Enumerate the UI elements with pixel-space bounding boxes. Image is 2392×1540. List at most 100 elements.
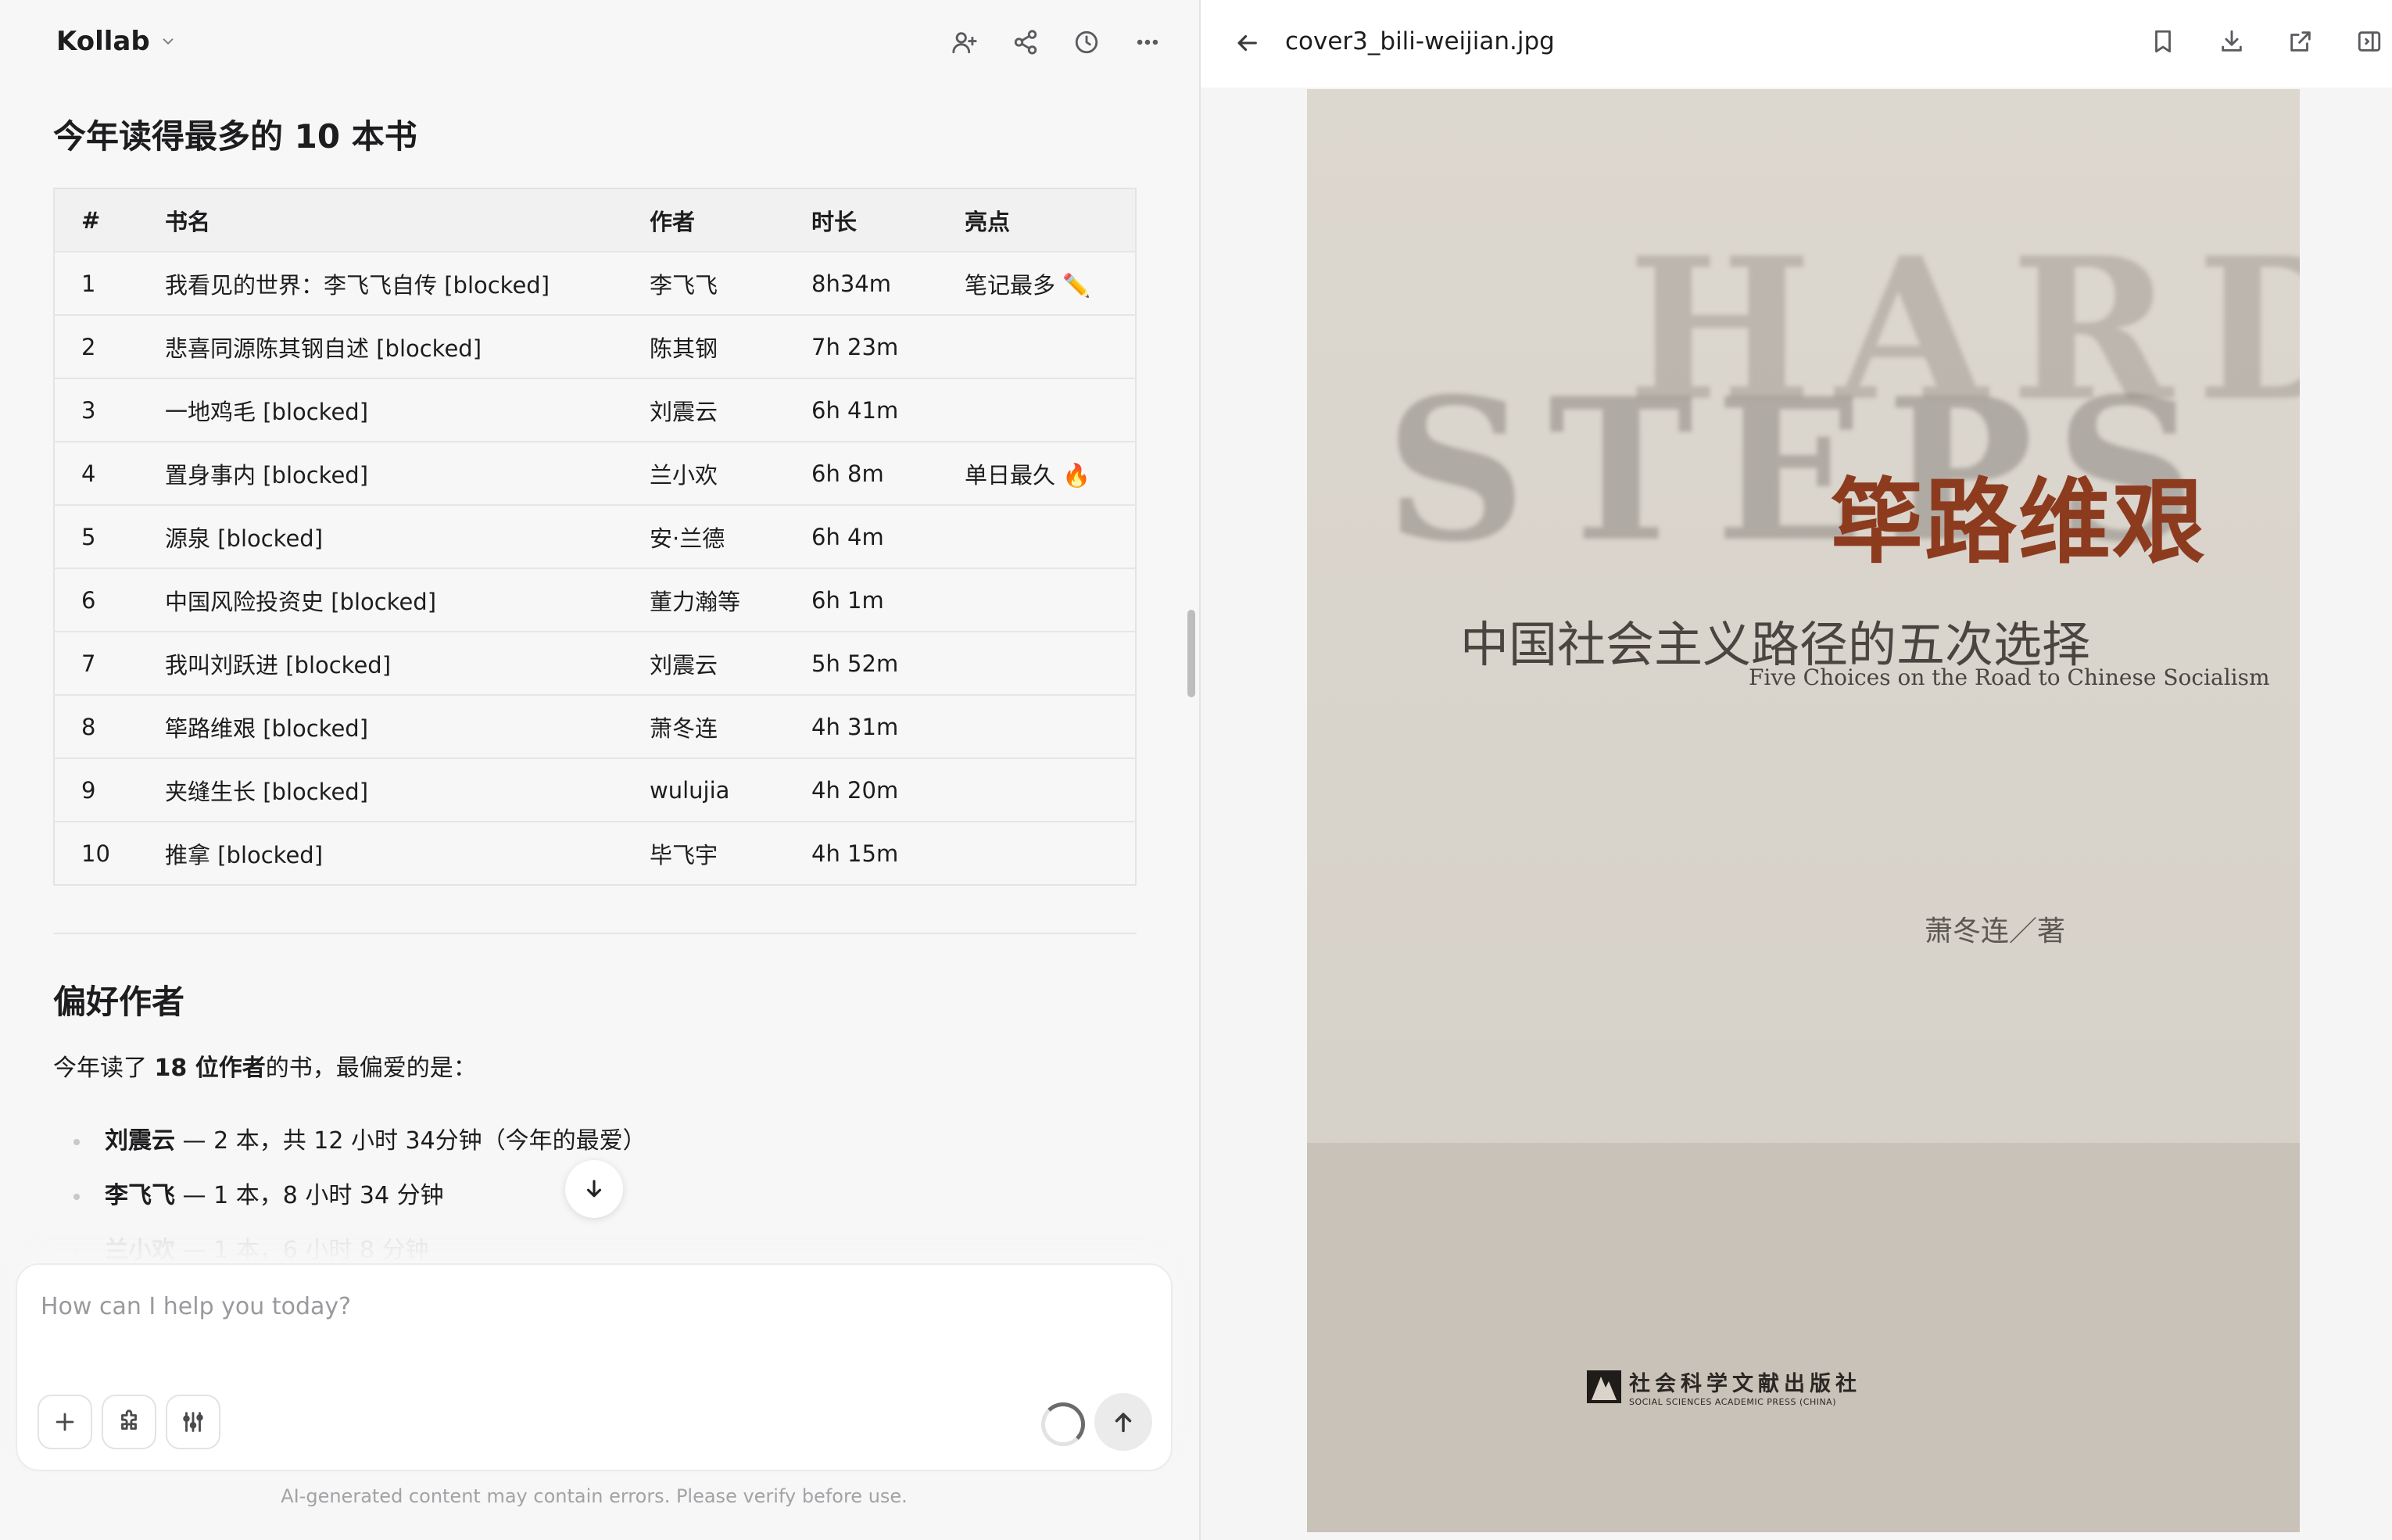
table-row: 10 推拿 [blocked] 毕飞宇 4h 15m bbox=[54, 821, 1136, 885]
highlight-badge bbox=[965, 821, 1136, 885]
table-row: 9 夹缝生长 [blocked] wulujia 4h 20m bbox=[54, 757, 1136, 822]
book-title: 夹缝生长 [blocked] bbox=[165, 757, 650, 822]
scroll-to-bottom-button[interactable] bbox=[565, 1160, 623, 1218]
author-name: 刘震云 bbox=[105, 1127, 175, 1155]
book-author: wulujia bbox=[650, 757, 811, 822]
highlight-badge bbox=[965, 378, 1136, 442]
arrow-left-icon bbox=[1237, 34, 1257, 52]
row-number: 8 bbox=[54, 694, 165, 758]
arrow-down-icon bbox=[586, 1180, 602, 1198]
open-external-button[interactable] bbox=[2278, 19, 2323, 64]
history-button[interactable] bbox=[1065, 20, 1108, 64]
table-row: 1 我看见的世界：李飞飞自传 [blocked] 李飞飞 8h34m 笔记最多 ✏️ bbox=[54, 251, 1136, 315]
authors-intro: 今年读了 18 位作者的书，最偏爱的是： bbox=[53, 1051, 1137, 1086]
section-divider bbox=[53, 933, 1137, 934]
image-viewer: HARD STEPS 筚路维艰 中国社会主义路径的五次选择 Five Choic… bbox=[1201, 88, 2392, 1540]
book-title: 置身事内 [blocked] bbox=[165, 441, 650, 505]
book-title: 源泉 [blocked] bbox=[165, 504, 650, 568]
file-name: cover3_bili-weijian.jpg bbox=[1285, 27, 1555, 56]
bookmark-button[interactable] bbox=[2140, 19, 2186, 64]
row-number: 10 bbox=[54, 821, 165, 885]
column-header: 书名 bbox=[165, 188, 650, 252]
message-input[interactable]: How can I help you today? bbox=[41, 1293, 351, 1320]
book-author: 李飞飞 bbox=[650, 251, 811, 315]
tools-settings-button[interactable] bbox=[166, 1395, 220, 1449]
section-title-top-books: 今年读得最多的 10 本书 bbox=[53, 117, 417, 156]
table-row: 3 一地鸡毛 [blocked] 刘震云 6h 41m bbox=[54, 378, 1136, 442]
book-title: 推拿 [blocked] bbox=[165, 821, 650, 885]
row-number: 3 bbox=[54, 378, 165, 442]
highlight-badge bbox=[965, 568, 1136, 632]
book-title: 悲喜同源陈其钢自述 [blocked] bbox=[165, 314, 650, 378]
sidebar-panel-icon bbox=[2358, 31, 2381, 52]
highlight-badge: 笔记最多 ✏️ bbox=[965, 251, 1136, 315]
file-viewer-pane: cover3_bili-weijian.jpg HARD STEPS 筚路维艰 … bbox=[1201, 0, 2392, 1540]
header-actions bbox=[943, 20, 1169, 64]
publisher-text: 社会科学文献出版社 SOCIAL SCIENCES ACADEMIC PRESS… bbox=[1629, 1366, 1861, 1407]
highlight-badge bbox=[965, 694, 1136, 758]
back-button[interactable] bbox=[1224, 20, 1269, 66]
table-row: 5 源泉 [blocked] 安·兰德 6h 4m bbox=[54, 504, 1136, 568]
read-duration: 5h 52m bbox=[811, 631, 965, 695]
book-cover-image: HARD STEPS 筚路维艰 中国社会主义路径的五次选择 Five Choic… bbox=[1307, 89, 2300, 1532]
read-duration: 6h 1m bbox=[811, 568, 965, 632]
chat-header: Kollab bbox=[0, 0, 1199, 84]
read-duration: 8h34m bbox=[811, 251, 965, 315]
add-user-button[interactable] bbox=[943, 20, 987, 64]
author-detail: — 1 本，8 小时 34 分钟 bbox=[175, 1182, 444, 1209]
highlight-badge bbox=[965, 631, 1136, 695]
send-button[interactable] bbox=[1094, 1393, 1152, 1451]
table-row: 7 我叫刘跃进 [blocked] 刘震云 5h 52m bbox=[54, 631, 1136, 695]
book-author: 董力瀚等 bbox=[650, 568, 811, 632]
table-body: 1 我看见的世界：李飞飞自传 [blocked] 李飞飞 8h34m 笔记最多 ✏️ 2 悲… bbox=[54, 251, 1136, 885]
publisher-name: 社会科学文献出版社 bbox=[1629, 1372, 1861, 1396]
top-books-table: # 书名 作者 时长 亮点 1 我看见的世界：李飞飞自传 [blocked] 李飞飞… bbox=[53, 188, 1137, 886]
table-row: 8 筚路维艰 [blocked] 萧冬连 4h 31m bbox=[54, 694, 1136, 758]
table-header-row: # 书名 作者 时长 亮点 bbox=[54, 188, 1136, 252]
intro-text: 今年读了 bbox=[53, 1055, 155, 1082]
column-header: 亮点 bbox=[965, 188, 1136, 252]
more-horizontal-icon bbox=[1137, 39, 1158, 45]
author-detail: — 1 本，6 小时 8 分钟 bbox=[175, 1237, 429, 1264]
table-row: 2 悲喜同源陈其钢自述 [blocked] 陈其钢 7h 23m bbox=[54, 314, 1136, 378]
read-duration: 6h 4m bbox=[811, 504, 965, 568]
column-header: # bbox=[54, 188, 165, 252]
book-author: 刘震云 bbox=[650, 378, 811, 442]
pane-resize-handle[interactable] bbox=[1187, 610, 1195, 697]
author-name: 李飞飞 bbox=[105, 1182, 175, 1209]
message-composer[interactable]: How can I help you today? bbox=[16, 1263, 1173, 1471]
cover-subtitle-en: Five Choices on the Road to Chinese Soci… bbox=[1749, 664, 2270, 690]
workspace-switcher[interactable]: Kollab bbox=[56, 23, 177, 59]
more-button[interactable] bbox=[1126, 20, 1169, 64]
book-author: 兰小欢 bbox=[650, 441, 811, 505]
plugins-button[interactable] bbox=[102, 1395, 156, 1449]
highlight-badge: 单日最久 🔥 bbox=[965, 441, 1136, 505]
download-icon bbox=[2222, 30, 2242, 52]
download-button[interactable] bbox=[2209, 19, 2254, 64]
toggle-panel-button[interactable] bbox=[2347, 19, 2392, 64]
section-title-authors: 偏好作者 bbox=[53, 983, 185, 1021]
ai-disclaimer: AI-generated content may contain errors.… bbox=[281, 1485, 908, 1507]
intro-text: 的书，最偏爱的是： bbox=[265, 1055, 477, 1082]
highlight-badge bbox=[965, 504, 1136, 568]
read-duration: 7h 23m bbox=[811, 314, 965, 378]
chevron-down-icon bbox=[163, 38, 174, 45]
book-title: 我叫刘跃进 [blocked] bbox=[165, 631, 650, 695]
message-content: 今年读得最多的 10 本书 # 书名 作者 时长 亮点 1 我看见的世界：李飞飞自… bbox=[53, 109, 1137, 1278]
row-number: 9 bbox=[54, 757, 165, 822]
share-button[interactable] bbox=[1004, 20, 1047, 64]
read-duration: 4h 15m bbox=[811, 821, 965, 885]
book-title: 一地鸡毛 [blocked] bbox=[165, 378, 650, 442]
intro-bold: 18 位作者 bbox=[154, 1055, 266, 1082]
book-author: 安·兰德 bbox=[650, 504, 811, 568]
row-number: 5 bbox=[54, 504, 165, 568]
external-link-icon bbox=[2290, 31, 2311, 52]
user-plus-icon bbox=[952, 32, 977, 54]
add-attachment-button[interactable] bbox=[38, 1395, 92, 1449]
puzzle-icon bbox=[121, 1409, 137, 1430]
row-number: 4 bbox=[54, 441, 165, 505]
read-duration: 4h 20m bbox=[811, 757, 965, 822]
book-author: 陈其钢 bbox=[650, 314, 811, 378]
column-header: 时长 bbox=[811, 188, 965, 252]
viewer-actions bbox=[2140, 19, 2392, 64]
